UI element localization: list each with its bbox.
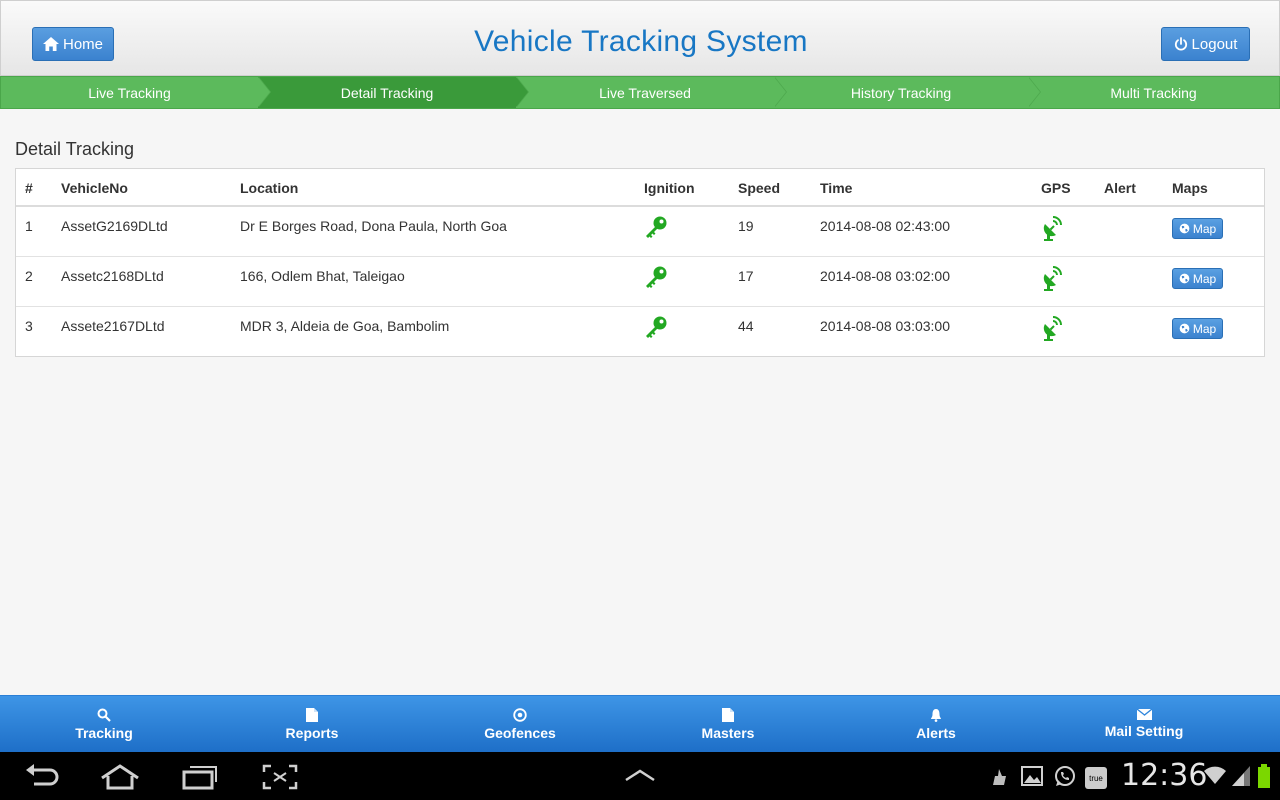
satellite-icon (1041, 315, 1065, 346)
cell-location: Dr E Borges Road, Dona Paula, North Goa (240, 218, 507, 234)
col-header-time: Time (820, 180, 853, 196)
cell-time: 2014-08-08 03:03:00 (820, 318, 950, 334)
document-icon (306, 707, 318, 722)
target-icon (513, 707, 527, 722)
back-icon[interactable] (24, 764, 60, 795)
tab-label: Detail Tracking (340, 84, 434, 101)
nav-alerts[interactable]: Alerts (832, 696, 1040, 752)
nav-geofences[interactable]: Geofences (416, 696, 624, 752)
tab-label: Live Tracking (88, 84, 171, 101)
tab-multi-tracking[interactable]: Multi Tracking (1028, 77, 1279, 108)
bell-icon (931, 708, 941, 722)
logout-button-label: Logout (1191, 35, 1238, 53)
nav-label: Mail Setting (1104, 723, 1184, 739)
nav-masters[interactable]: Masters (624, 696, 832, 752)
cell-speed: 44 (738, 318, 754, 334)
key-icon (643, 215, 669, 246)
whatsapp-icon (1054, 765, 1076, 792)
wifi-icon (1203, 764, 1227, 791)
nav-label: Masters (701, 724, 755, 741)
tab-live-traversed[interactable]: Live Traversed (516, 77, 787, 108)
globe-icon (1179, 323, 1190, 334)
col-header-speed: Speed (738, 180, 781, 196)
cell-location: 166, Odlem Bhat, Taleigao (240, 268, 405, 284)
search-icon (97, 708, 111, 722)
cell-vehicle: Assetc2168DLtd (61, 268, 164, 284)
section-title: Detail Tracking (15, 139, 135, 159)
satellite-icon (1041, 265, 1065, 296)
cell-vehicle: AssetG2169DLtd (61, 218, 168, 234)
map-button-label: Map (1192, 221, 1217, 236)
nav-label: Alerts (916, 724, 956, 741)
col-header-alert: Alert (1104, 180, 1136, 196)
status-clock: 12:36 (1121, 758, 1208, 793)
power-icon (1174, 37, 1187, 51)
cell-time: 2014-08-08 02:43:00 (820, 218, 950, 234)
col-header-location: Location (240, 180, 299, 196)
nav-reports[interactable]: Reports (208, 696, 416, 752)
signal-icon (1232, 766, 1250, 791)
tab-live-tracking[interactable]: Live Tracking (1, 77, 271, 108)
carrier-badge: true (1085, 767, 1107, 789)
cell-number: 2 (25, 268, 33, 284)
tab-history-tracking[interactable]: History Tracking (774, 77, 1041, 108)
cell-time: 2014-08-08 03:02:00 (820, 268, 950, 284)
recent-apps-icon[interactable] (182, 764, 218, 795)
tab-detail-tracking[interactable]: Detail Tracking (258, 77, 529, 108)
globe-icon (1179, 223, 1190, 234)
gallery-icon (1021, 766, 1043, 791)
table-row[interactable]: 2 Assetc2168DLtd 166, Odlem Bhat, Taleig… (16, 257, 1264, 307)
tab-label: History Tracking (850, 84, 952, 101)
document-icon (722, 707, 734, 722)
app-title: Vehicle Tracking System (474, 25, 808, 58)
tracking-tab-bar: Live Tracking Detail Tracking Live Trave… (0, 76, 1280, 109)
table-row[interactable]: 1 AssetG2169DLtd Dr E Borges Road, Dona … (16, 207, 1264, 257)
home-nav-icon[interactable] (100, 764, 140, 795)
col-header-gps: GPS (1041, 180, 1071, 196)
screenshot-icon[interactable] (262, 764, 298, 795)
table-row[interactable]: 3 Assete2167DLtd MDR 3, Aldeia de Goa, B… (16, 307, 1264, 357)
nav-tracking[interactable]: Tracking (0, 696, 208, 752)
android-system-bar: true 12:36 (0, 752, 1280, 800)
cleaner-icon (990, 768, 1008, 791)
tracking-table: # VehicleNo Location Ignition Speed Time… (15, 168, 1265, 357)
key-icon (643, 265, 669, 296)
app-header: Home Vehicle Tracking System Logout (0, 0, 1280, 76)
nav-label: Reports (285, 724, 339, 741)
logout-button[interactable]: Logout (1161, 27, 1250, 61)
cell-number: 3 (25, 318, 33, 334)
bottom-nav: Tracking Reports Geofences Masters Alert… (0, 695, 1280, 752)
cell-speed: 17 (738, 268, 754, 284)
globe-icon (1179, 273, 1190, 284)
col-header-number: # (25, 180, 33, 196)
cell-speed: 19 (738, 218, 754, 234)
tab-label: Live Traversed (599, 84, 691, 101)
cell-vehicle: Assete2167DLtd (61, 318, 165, 334)
cell-location: MDR 3, Aldeia de Goa, Bambolim (240, 318, 450, 334)
battery-icon (1257, 764, 1271, 793)
map-button-label: Map (1192, 321, 1217, 336)
map-button-label: Map (1192, 271, 1217, 286)
nav-mail-setting[interactable]: Mail Setting (1040, 696, 1248, 752)
col-header-ignition: Ignition (644, 180, 695, 196)
nav-label: Tracking (75, 724, 133, 741)
satellite-icon (1041, 215, 1065, 246)
chevron-up-icon[interactable] (624, 768, 656, 787)
tab-label: Multi Tracking (1110, 84, 1197, 101)
col-header-vehicle: VehicleNo (61, 180, 128, 196)
envelope-icon (1136, 709, 1152, 720)
map-button[interactable]: Map (1172, 268, 1223, 289)
map-button[interactable]: Map (1172, 318, 1223, 339)
cell-number: 1 (25, 218, 33, 234)
nav-label: Geofences (484, 724, 556, 741)
key-icon (643, 315, 669, 346)
map-button[interactable]: Map (1172, 218, 1223, 239)
table-header: # VehicleNo Location Ignition Speed Time… (16, 169, 1264, 207)
col-header-maps: Maps (1172, 180, 1208, 196)
